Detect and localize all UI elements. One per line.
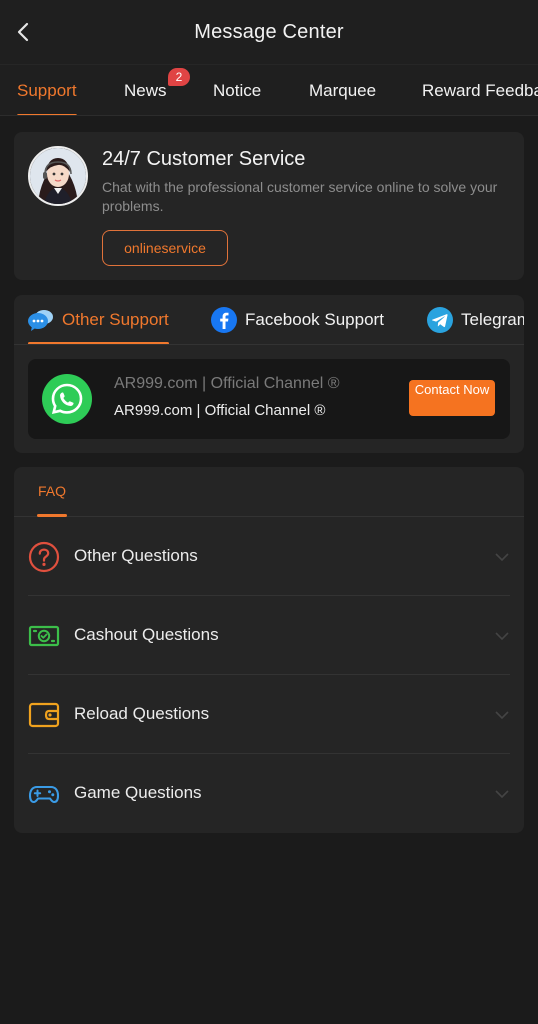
chevron-left-icon: [17, 22, 29, 42]
support-channels-card: Other Support Facebook Support Telegram …: [14, 295, 524, 453]
tab-other-support-label: Other Support: [62, 310, 169, 329]
faq-card: FAQ Other Questions Cashout Questions Re…: [14, 467, 524, 833]
customer-service-title: 24/7 Customer Service: [102, 148, 306, 170]
tab-support-label: Support: [17, 81, 77, 100]
official-channel-row: AR999.com | Official Channel ® AR999.com…: [28, 359, 510, 439]
faq-item-label: Other Questions: [74, 546, 198, 565]
channel-title: AR999.com | Official Channel ®: [114, 375, 340, 392]
tab-faq[interactable]: FAQ: [37, 467, 68, 517]
faq-item-label: Game Questions: [74, 783, 202, 802]
page-title: Message Center: [194, 20, 344, 43]
faq-item-cashout-questions[interactable]: Cashout Questions: [28, 596, 510, 675]
tab-marquee-label: Marquee: [309, 81, 377, 100]
tab-notice[interactable]: Notice: [213, 65, 262, 115]
whatsapp-icon: [42, 374, 92, 424]
tab-telegram-support[interactable]: Telegram Support: [427, 295, 524, 344]
tab-news-label: News: [124, 81, 167, 100]
tab-facebook-support[interactable]: Facebook Support: [211, 295, 384, 344]
chevron-down-icon: [495, 790, 509, 799]
news-badge: 2: [168, 68, 190, 86]
customer-service-description: Chat with the professional customer serv…: [102, 179, 498, 214]
tab-news[interactable]: News 2: [124, 65, 190, 115]
wallet-icon: [28, 702, 60, 728]
question-circle-icon: [28, 541, 60, 573]
tab-telegram-support-label: Telegram Support: [461, 310, 524, 329]
chevron-down-icon: [495, 711, 509, 720]
faq-item-other-questions[interactable]: Other Questions: [28, 517, 510, 596]
chevron-down-icon: [495, 553, 509, 562]
contact-now-button[interactable]: Contact Now: [409, 380, 495, 416]
facebook-icon: [211, 307, 237, 333]
cash-icon: [28, 625, 60, 647]
tab-reward-feedback[interactable]: Reward Feedback: [422, 65, 538, 115]
customer-service-card: 24/7 Customer Service Chat with the prof…: [14, 132, 524, 280]
message-tabs: Support News 2 Notice Marquee Reward Fee…: [0, 64, 538, 116]
back-button[interactable]: [14, 20, 34, 44]
faq-header: FAQ: [14, 467, 524, 517]
tab-notice-label: Notice: [213, 81, 262, 100]
tab-other-support[interactable]: Other Support: [28, 295, 169, 344]
support-tabs: Other Support Facebook Support Telegram …: [14, 295, 524, 345]
chat-bubbles-icon: [28, 310, 53, 331]
faq-item-label: Reload Questions: [74, 704, 210, 723]
channel-subtitle: AR999.com | Official Channel ®: [114, 402, 326, 419]
tab-marquee[interactable]: Marquee: [309, 65, 377, 115]
chevron-down-icon: [495, 632, 509, 641]
tab-facebook-support-label: Facebook Support: [245, 310, 384, 329]
faq-item-game-questions[interactable]: Game Questions: [28, 754, 510, 833]
faq-item-label: Cashout Questions: [74, 625, 219, 644]
online-service-button[interactable]: onlineservice: [102, 230, 228, 266]
agent-avatar-icon: [30, 148, 86, 204]
faq-item-reload-questions[interactable]: Reload Questions: [28, 675, 510, 754]
tab-reward-feedback-label: Reward Feedback: [422, 81, 538, 100]
gamepad-icon: [28, 785, 60, 804]
avatar: [28, 146, 88, 206]
telegram-icon: [427, 307, 453, 333]
tab-support[interactable]: Support: [17, 65, 77, 115]
header-bar: Message Center: [0, 0, 538, 64]
